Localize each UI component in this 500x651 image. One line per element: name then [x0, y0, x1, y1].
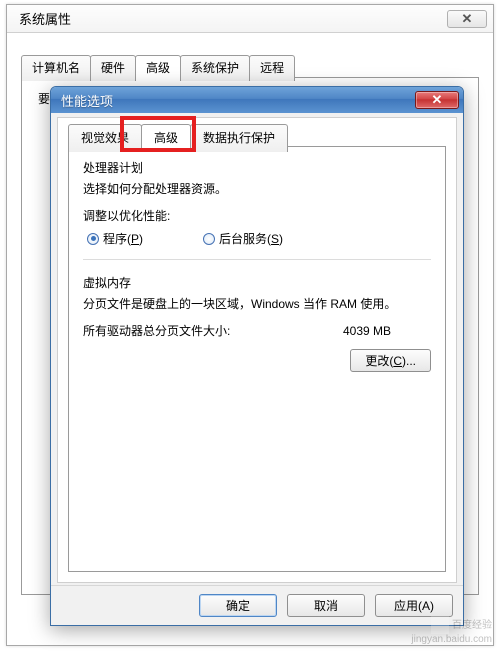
performance-options-dialog: 性能选项 ✕ 视觉效果 高级 数据执行保护 处理器计划 选择如何分配处理器资源。…	[50, 86, 464, 626]
radio-row: 程序(P) 后台服务(S)	[83, 230, 431, 247]
processor-title: 处理器计划	[83, 159, 431, 176]
tab-visual-effects[interactable]: 视觉效果	[68, 124, 142, 152]
vm-change-row: 更改(C)...	[83, 349, 431, 372]
inner-title: 性能选项	[61, 91, 415, 110]
vm-desc: 分页文件是硬盘上的一块区域，Windows 当作 RAM 使用。	[83, 295, 431, 312]
cancel-button[interactable]: 取消	[287, 594, 365, 617]
adjust-label: 调整以优化性能:	[83, 207, 431, 224]
processor-desc: 选择如何分配处理器资源。	[83, 180, 431, 197]
tab-label: 硬件	[101, 61, 125, 75]
inner-titlebar[interactable]: 性能选项 ✕	[51, 87, 463, 113]
outer-tabs: 计算机名 硬件 高级 系统保护 远程	[21, 55, 294, 81]
inner-button-row: 确定 取消 应用(A)	[51, 585, 463, 625]
tab-label: 高级	[154, 131, 178, 145]
outer-titlebar[interactable]: 系统属性 ✕	[7, 5, 493, 33]
inner-body: 视觉效果 高级 数据执行保护 处理器计划 选择如何分配处理器资源。 调整以优化性…	[57, 117, 457, 583]
tab-computer-name[interactable]: 计算机名	[21, 55, 91, 81]
radio-icon	[87, 233, 99, 245]
tab-label: 远程	[260, 61, 284, 75]
vm-total-row: 所有驱动器总分页文件大小: 4039 MB	[83, 322, 431, 339]
tab-label: 计算机名	[32, 61, 80, 75]
virtual-memory-group: 虚拟内存 分页文件是硬盘上的一块区域，Windows 当作 RAM 使用。 所有…	[83, 274, 431, 384]
radio-background-services[interactable]: 后台服务(S)	[203, 230, 283, 247]
tab-label: 系统保护	[191, 61, 239, 75]
tab-label: 数据执行保护	[203, 131, 275, 145]
change-button[interactable]: 更改(C)...	[350, 349, 431, 372]
close-icon: ✕	[462, 11, 473, 27]
tab-advanced[interactable]: 高级	[135, 55, 181, 81]
close-icon: ✕	[432, 92, 443, 108]
vm-total-value: 4039 MB	[343, 324, 391, 338]
tab-label: 高级	[146, 61, 170, 75]
tab-system-protection[interactable]: 系统保护	[180, 55, 250, 81]
inner-tabs: 视觉效果 高级 数据执行保护	[68, 124, 287, 152]
vm-total-label: 所有驱动器总分页文件大小:	[83, 322, 343, 339]
processor-scheduling-group: 处理器计划 选择如何分配处理器资源。 调整以优化性能: 程序(P) 后台服务(S…	[83, 159, 431, 260]
tab-dep[interactable]: 数据执行保护	[190, 124, 288, 152]
inner-tab-panel: 处理器计划 选择如何分配处理器资源。 调整以优化性能: 程序(P) 后台服务(S…	[68, 146, 446, 572]
outer-close-button[interactable]: ✕	[447, 10, 487, 28]
radio-programs[interactable]: 程序(P)	[87, 230, 143, 247]
vm-title: 虚拟内存	[83, 274, 431, 291]
tab-advanced-inner[interactable]: 高级	[141, 124, 191, 152]
inner-close-button[interactable]: ✕	[415, 91, 459, 109]
tab-hardware[interactable]: 硬件	[90, 55, 136, 81]
tab-label: 视觉效果	[81, 131, 129, 145]
tab-remote[interactable]: 远程	[249, 55, 295, 81]
radio-label: 程序(P)	[103, 230, 143, 247]
radio-label: 后台服务(S)	[219, 230, 283, 247]
ok-button[interactable]: 确定	[199, 594, 277, 617]
outer-title: 系统属性	[19, 9, 447, 28]
apply-button[interactable]: 应用(A)	[375, 594, 453, 617]
radio-icon	[203, 233, 215, 245]
